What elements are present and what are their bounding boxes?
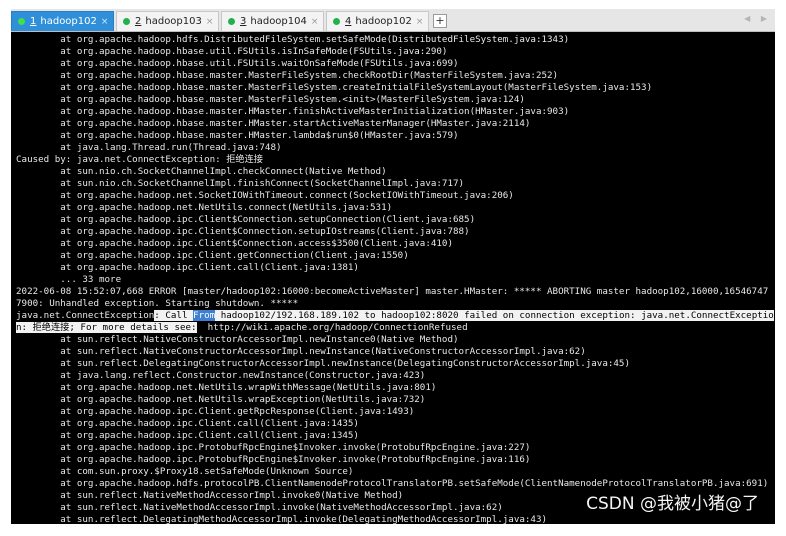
terminal-line: at org.apache.hadoop.hbase.master.Master… [16, 82, 653, 93]
connected-status-icon [333, 18, 340, 25]
terminal-line: at org.apache.hadoop.hdfs.DistributedFil… [16, 34, 570, 45]
exception-text: java.net.ConnectException [16, 310, 155, 321]
terminal-line: 7900: Unhandled exception. Starting shut… [16, 298, 299, 309]
terminal-line: at org.apache.hadoop.hbase.master.HMaste… [16, 118, 531, 129]
terminal-line: at org.apache.hadoop.hbase.master.Master… [16, 94, 525, 105]
terminal-line: at org.apache.hadoop.ipc.Client.call(Cli… [16, 430, 359, 441]
terminal-line: at org.apache.hadoop.ipc.ProtobufRpcEngi… [16, 442, 531, 453]
terminal-line: at org.apache.hadoop.ipc.Client.getConne… [16, 250, 409, 261]
session-tab-bar: 1 hadoop102 × 2 hadoop103 × 3 hadoop104 … [11, 9, 775, 32]
close-icon[interactable]: × [311, 17, 319, 27]
tab-session-2[interactable]: 2 hadoop103 × [116, 11, 219, 31]
close-icon[interactable]: × [101, 17, 109, 27]
tab-number: 3 [240, 16, 247, 27]
terminal-line: at org.apache.hadoop.ipc.Client.getRpcRe… [16, 406, 415, 417]
terminal-line: at org.apache.hadoop.hbase.util.FSUtils.… [16, 46, 448, 57]
terminal-line: at sun.reflect.DelegatingConstructorAcce… [16, 358, 630, 369]
terminal-line: at org.apache.hadoop.hbase.util.FSUtils.… [16, 58, 459, 69]
terminal-line-selected: java.net.ConnectException: Call From had… [16, 310, 774, 321]
add-tab-button[interactable]: + [433, 14, 447, 28]
terminal-line: at org.apache.hadoop.hbase.master.HMaste… [16, 106, 570, 117]
terminal-line: at com.sun.proxy.$Proxy18.setSafeMode(Un… [16, 466, 354, 477]
terminal-line: at org.apache.hadoop.hdfs.protocolPB.Cli… [16, 478, 769, 489]
selected-text: n: 拒绝连接; For more details see: [16, 322, 197, 333]
terminal-line: at org.apache.hadoop.ipc.Client$Connecti… [16, 238, 453, 249]
tab-label: hadoop102 [40, 16, 97, 27]
terminal-line: at sun.reflect.DelegatingMethodAccessorI… [16, 514, 548, 524]
terminal-line: at org.apache.hadoop.ipc.Client.call(Cli… [16, 262, 359, 273]
tab-label: hadoop102 [355, 16, 412, 27]
terminal-line: at org.apache.hadoop.net.NetUtils.wrapWi… [16, 382, 437, 393]
tab-number: 2 [135, 16, 142, 27]
selection-cursor: From [193, 310, 216, 321]
terminal-line: at org.apache.hadoop.ipc.Client.call(Cli… [16, 418, 359, 429]
terminal-line: ... 33 more [16, 274, 122, 285]
tab-session-1[interactable]: 1 hadoop102 × [11, 11, 114, 31]
terminal-line: at sun.reflect.NativeMethodAccessorImpl.… [16, 490, 404, 501]
close-icon[interactable]: × [206, 17, 214, 27]
tab-number: 1 [30, 16, 37, 27]
terminal-line: at java.lang.Thread.run(Thread.java:748) [16, 142, 282, 153]
terminal-line: at sun.nio.ch.SocketChannelImpl.checkCon… [16, 166, 387, 177]
close-icon[interactable]: × [416, 17, 424, 27]
connected-status-icon [228, 18, 235, 25]
terminal-line: at org.apache.hadoop.net.NetUtils.wrapEx… [16, 394, 426, 405]
tab-session-3[interactable]: 3 hadoop104 × [221, 11, 324, 31]
connected-status-icon [123, 18, 130, 25]
selected-text: : Call [154, 310, 194, 321]
tab-label: hadoop103 [145, 16, 202, 27]
selected-text: hadoop102/192.168.189.102 to hadoop102:8… [215, 310, 774, 321]
terminal-line: at org.apache.hadoop.ipc.ProtobufRpcEngi… [16, 454, 531, 465]
terminal-line: at sun.nio.ch.SocketChannelImpl.finishCo… [16, 178, 465, 189]
tab-label: hadoop104 [250, 16, 307, 27]
terminal-line: at org.apache.hadoop.net.SocketIOWithTim… [16, 190, 514, 201]
terminal-line: 2022-06-08 15:52:07,668 ERROR [master/ha… [16, 286, 769, 297]
terminal-line: at sun.reflect.NativeConstructorAccessor… [16, 346, 586, 357]
watermark: CSDN @我被小猪@了 [586, 494, 759, 514]
connected-status-icon [18, 18, 25, 25]
tab-scroll-arrows-icon[interactable]: ◀ ▶ [744, 14, 771, 23]
terminal-line: at sun.reflect.NativeMethodAccessorImpl.… [16, 502, 503, 513]
terminal-line: at org.apache.hadoop.hbase.master.Master… [16, 70, 559, 81]
terminal-line: at sun.reflect.NativeConstructorAccessor… [16, 334, 459, 345]
tab-number: 4 [345, 16, 352, 27]
terminal-line: at org.apache.hadoop.hbase.master.HMaste… [16, 130, 459, 141]
terminal-line: at org.apache.hadoop.ipc.Client$Connecti… [16, 226, 470, 237]
url-text: http://wiki.apache.org/hadoop/Connection… [196, 322, 468, 333]
terminal-output[interactable]: at org.apache.hadoop.hdfs.DistributedFil… [11, 32, 775, 524]
tab-session-4[interactable]: 4 hadoop102 × [326, 11, 429, 31]
terminal-line: at org.apache.hadoop.ipc.Client$Connecti… [16, 214, 476, 225]
terminal-line: Caused by: java.net.ConnectException: 拒绝… [16, 154, 263, 165]
terminal-line: at java.lang.reflect.Constructor.newInst… [16, 370, 426, 381]
terminal-line-selected: n: 拒绝连接; For more details see: http://wi… [16, 322, 468, 333]
terminal-line: at org.apache.hadoop.net.NetUtils.connec… [16, 202, 393, 213]
